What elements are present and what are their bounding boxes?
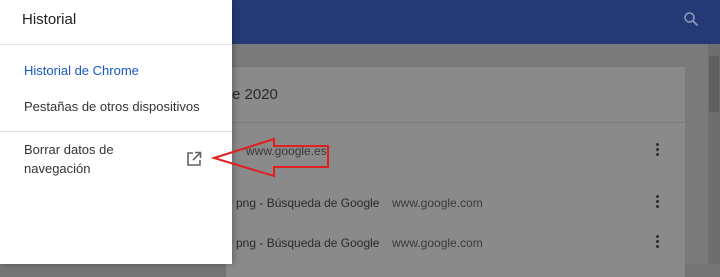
clear-browsing-data-line2: navegación bbox=[24, 161, 91, 176]
history-row-url[interactable]: www.google.es bbox=[246, 144, 327, 158]
history-row-url: www.google.com bbox=[392, 236, 483, 250]
drawer-title: Historial bbox=[22, 11, 77, 28]
more-options-icon[interactable] bbox=[656, 195, 660, 210]
search-icon[interactable] bbox=[683, 11, 699, 27]
more-options-icon[interactable] bbox=[656, 143, 660, 158]
more-options-icon[interactable] bbox=[656, 235, 660, 250]
drawer-header: Historial bbox=[0, 0, 232, 45]
card-divider bbox=[226, 122, 685, 123]
navigation-drawer: Historial Historial de Chrome Pestañas d… bbox=[0, 0, 232, 264]
history-row-title[interactable]: 0 png - Búsqueda de Google bbox=[226, 196, 379, 210]
clear-browsing-data-line1: Borrar datos de bbox=[24, 142, 114, 157]
nav-item-chrome-history[interactable]: Historial de Chrome bbox=[24, 63, 139, 78]
history-date-heading: e 2020 bbox=[232, 86, 278, 103]
open-in-new-icon[interactable] bbox=[186, 151, 202, 167]
nav-item-other-devices[interactable]: Pestañas de otros dispositivos bbox=[24, 99, 200, 114]
history-row-url: www.google.com bbox=[392, 196, 483, 210]
history-row-title[interactable]: 0 png - Búsqueda de Google bbox=[226, 236, 379, 250]
scrollbar-thumb[interactable] bbox=[709, 56, 719, 112]
drawer-divider bbox=[0, 131, 232, 132]
clear-browsing-data-link[interactable]: Borrar datos de navegación bbox=[24, 140, 154, 178]
